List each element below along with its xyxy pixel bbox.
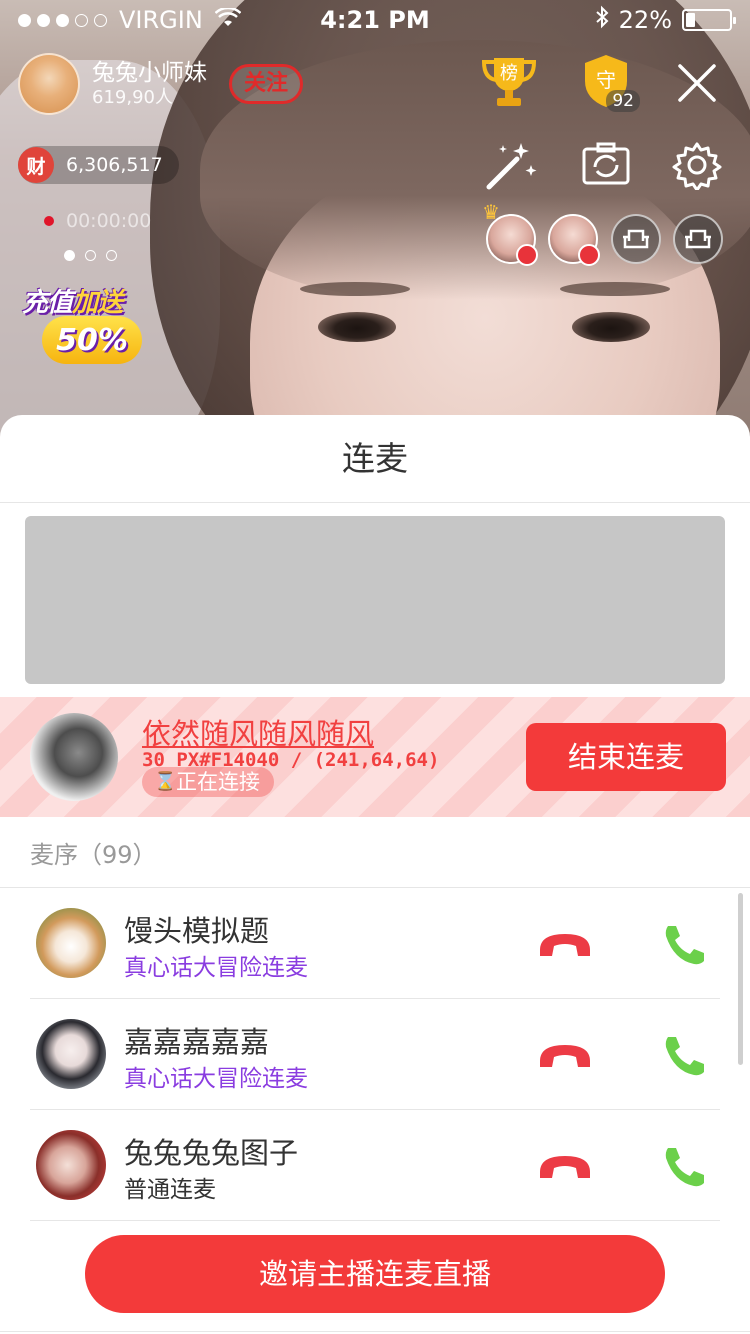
queue-user-name: 嘉嘉嘉嘉嘉 [124,1025,270,1059]
queue-list: 馒头模拟题 真心话大冒险连麦 嘉嘉嘉嘉嘉 真心话大冒险连麦 兔兔兔兔图子 普通连… [0,888,750,1221]
mic-seat-avatar[interactable] [548,214,600,266]
promo-text-recharge: 充值 [22,288,73,318]
link-mic-sheet: 连麦 依然随风随风随风 30 PX#F14040 / (241,64,64) ⌛… [0,415,750,1334]
active-user-name[interactable]: 依然随风随风随风 [142,711,374,753]
accept-call-icon[interactable] [660,1144,708,1188]
recording-indicator: 00:00:00 [44,210,151,232]
active-link-row: 依然随风随风随风 30 PX#F14040 / (241,64,64) ⌛ 正在… [0,697,750,817]
page-dot [85,250,96,261]
signal-dot [18,13,31,27]
close-icon[interactable] [672,58,722,108]
host-chip[interactable]: 兔兔小师妹 619,90人 关注 [18,52,308,116]
accept-call-icon[interactable] [660,1033,708,1077]
settings-gear-icon[interactable] [668,136,726,194]
reject-call-icon[interactable] [536,926,594,962]
wealth-value: 6,306,517 [66,154,163,176]
reject-call-icon[interactable] [536,1148,594,1184]
queue-header: 麦序（99） [30,841,157,869]
invite-host-link-button[interactable]: 邀请主播连麦直播 [85,1235,665,1313]
signal-dot [75,13,88,27]
signal-dot [94,13,107,27]
rank-label: 榜 [500,63,518,84]
hourglass-icon: ⌛ [154,771,177,792]
signal-dot [37,13,50,27]
signal-dot [56,13,69,27]
follow-button[interactable]: 关注 [229,64,304,104]
queue-link-mode: 普通连麦 [124,1177,216,1203]
empty-seat-sofa-icon[interactable] [673,214,723,264]
guard-count-badge: 92 [606,90,640,112]
promo-text-bonus: 加送 [72,288,123,318]
page-indicator [64,250,117,261]
crown-icon: ♛ [482,200,500,224]
status-bar: VIRGIN 4:21 PM 22% [0,0,750,40]
host-fan-count: 619,90人 [92,87,173,108]
seat-mic-icon [578,244,600,266]
queue-row: 馒头模拟题 真心话大冒险连麦 [30,888,720,999]
reject-call-icon[interactable] [536,1037,594,1073]
accept-call-icon[interactable] [660,922,708,966]
end-link-button[interactable]: 结束连麦 [526,723,726,791]
queue-scrollbar[interactable] [738,893,743,1065]
queue-link-mode: 真心话大冒险连麦 [124,955,308,981]
promo-percent: 50% [42,316,142,364]
record-dot-icon [44,216,54,226]
page-dot [64,250,75,261]
wealth-icon: 财 [18,147,54,183]
queue-row: 嘉嘉嘉嘉嘉 真心话大冒险连麦 [30,999,720,1110]
ranking-trophy-icon[interactable]: 榜 [480,52,538,110]
connecting-status-label: 正在连接 [176,770,260,794]
wifi-icon [214,6,242,34]
divider [0,1331,750,1332]
connecting-status-badge: ⌛ 正在连接 [142,767,274,797]
active-user-avatar[interactable] [30,713,118,801]
sheet-title: 连麦 [0,415,750,503]
queue-row: 兔兔兔兔图子 普通连麦 [30,1110,720,1221]
queue-user-avatar[interactable] [36,1019,106,1089]
wealth-chip[interactable]: 财 6,306,517 [18,146,179,184]
empty-seat-sofa-icon[interactable] [611,214,661,264]
queue-user-avatar[interactable] [36,908,106,978]
battery-icon [682,9,736,31]
page-dot [106,250,117,261]
battery-percent: 22% [618,6,672,34]
flip-camera-icon[interactable] [578,136,634,192]
queue-user-avatar[interactable] [36,1130,106,1200]
bluetooth-icon [595,5,609,35]
mic-seat-avatar[interactable]: ♛ [482,200,538,266]
recharge-promo-badge[interactable]: 充值加送 50% [22,268,158,372]
carrier-name: VIRGIN [119,6,203,34]
host-avatar[interactable] [18,53,80,115]
seat-mic-icon [516,244,538,266]
recording-timer: 00:00:00 [66,210,152,232]
beauty-magic-wand-icon[interactable] [482,136,540,194]
guardian-shield-icon[interactable]: 守 92 [574,52,640,112]
guard-label: 守 [596,68,616,92]
queue-link-mode: 真心话大冒险连麦 [124,1066,308,1092]
queue-user-name: 馒头模拟题 [124,914,270,948]
queue-user-name: 兔兔兔兔图子 [124,1136,299,1170]
host-name: 兔兔小师妹 [92,60,207,86]
banner-placeholder[interactable] [25,516,725,684]
